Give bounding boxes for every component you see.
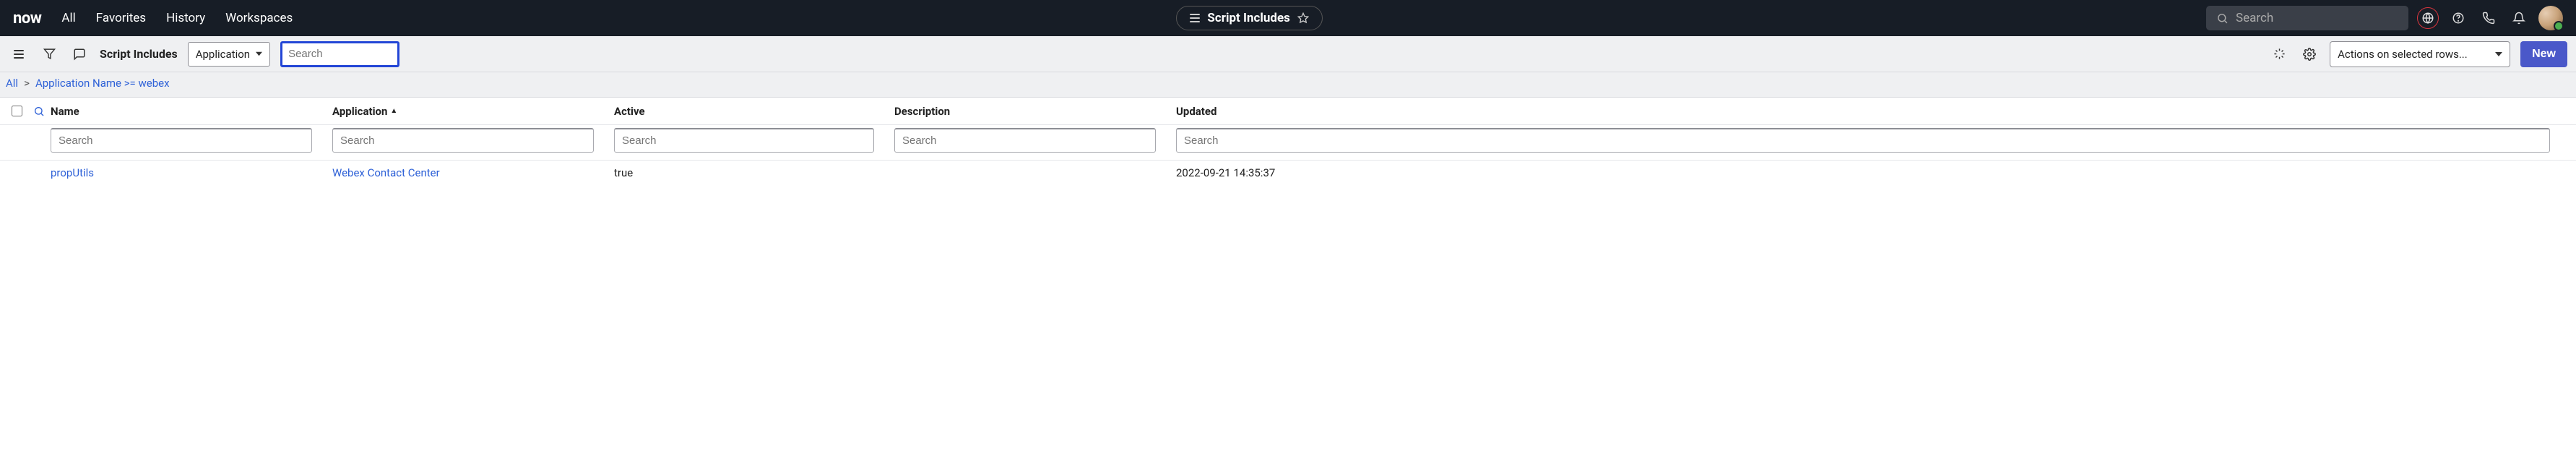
global-search[interactable]: Search <box>2206 6 2408 30</box>
breadcrumb-separator: > <box>24 77 30 90</box>
search-icon <box>2216 12 2229 25</box>
actions-label: Actions on selected rows... <box>2338 48 2468 61</box>
page-title: Script Includes <box>100 47 178 61</box>
actions-dropdown[interactable]: Actions on selected rows... <box>2330 41 2510 67</box>
context-title: Script Includes <box>1207 11 1289 25</box>
bell-icon[interactable] <box>2508 7 2530 29</box>
row-updated-value: 2022-09-21 14:35:37 <box>1176 166 1275 179</box>
col-header-updated[interactable]: Updated <box>1176 105 2570 118</box>
nav-favorites[interactable]: Favorites <box>96 11 146 25</box>
chat-icon[interactable] <box>69 44 90 64</box>
filter-field-value: Application <box>196 48 250 61</box>
row-application-link[interactable]: Webex Contact Center <box>332 166 440 179</box>
filter-description-input[interactable] <box>894 128 1156 153</box>
filter-search-input[interactable] <box>280 41 399 67</box>
chevron-down-icon <box>256 51 262 57</box>
col-header-application[interactable]: Application ▲ <box>332 105 614 118</box>
select-all-checkbox[interactable] <box>12 106 22 116</box>
col-header-active[interactable]: Active <box>614 105 894 118</box>
breadcrumb-all[interactable]: All <box>6 77 18 90</box>
context-pill[interactable]: Script Includes <box>1176 6 1322 30</box>
filter-active-input[interactable] <box>614 128 874 153</box>
phone-icon[interactable] <box>2478 7 2499 29</box>
filter-name-input[interactable] <box>51 128 312 153</box>
breadcrumb-filter[interactable]: Application Name >= webex <box>35 77 170 90</box>
sort-asc-icon: ▲ <box>390 107 397 115</box>
product-logo: now <box>13 9 41 27</box>
filter-updated-input[interactable] <box>1176 128 2550 153</box>
nav-history[interactable]: History <box>166 11 205 25</box>
col-header-name[interactable]: Name <box>51 105 332 118</box>
column-filter-row <box>0 125 2576 161</box>
filter-field-dropdown[interactable]: Application <box>188 42 270 67</box>
list-icon <box>1190 14 1200 22</box>
star-outline-icon[interactable] <box>1297 12 1309 24</box>
new-button[interactable]: New <box>2520 41 2567 67</box>
table-row: propUtils Webex Contact Center true 2022… <box>0 161 2576 185</box>
list-toolbar: Script Includes Application Actions on s… <box>0 36 2576 72</box>
col-header-description[interactable]: Description <box>894 105 1176 118</box>
assist-icon[interactable] <box>2269 44 2289 64</box>
row-active-value: true <box>614 166 633 179</box>
avatar[interactable] <box>2538 6 2563 30</box>
filter-application-input[interactable] <box>332 128 594 153</box>
nav-all[interactable]: All <box>61 11 75 25</box>
breadcrumb: All > Application Name >= webex <box>0 72 2576 98</box>
row-name-link[interactable]: propUtils <box>51 166 94 179</box>
globe-icon[interactable] <box>2417 7 2439 29</box>
settings-gear-icon[interactable] <box>2299 44 2320 64</box>
primary-nav: All Favorites History Workspaces <box>61 11 293 25</box>
help-icon[interactable] <box>2447 7 2469 29</box>
global-header: now All Favorites History Workspaces Scr… <box>0 0 2576 36</box>
logo-text: now <box>13 9 41 27</box>
table-header: Name Application ▲ Active Description Up… <box>0 98 2576 125</box>
chevron-down-icon <box>2495 51 2502 58</box>
global-search-placeholder: Search <box>2236 11 2273 25</box>
column-search-icon[interactable] <box>27 106 51 117</box>
nav-workspaces[interactable]: Workspaces <box>225 11 293 25</box>
funnel-icon[interactable] <box>39 44 59 64</box>
header-right: Search <box>2206 6 2563 30</box>
menu-icon[interactable] <box>9 44 29 64</box>
